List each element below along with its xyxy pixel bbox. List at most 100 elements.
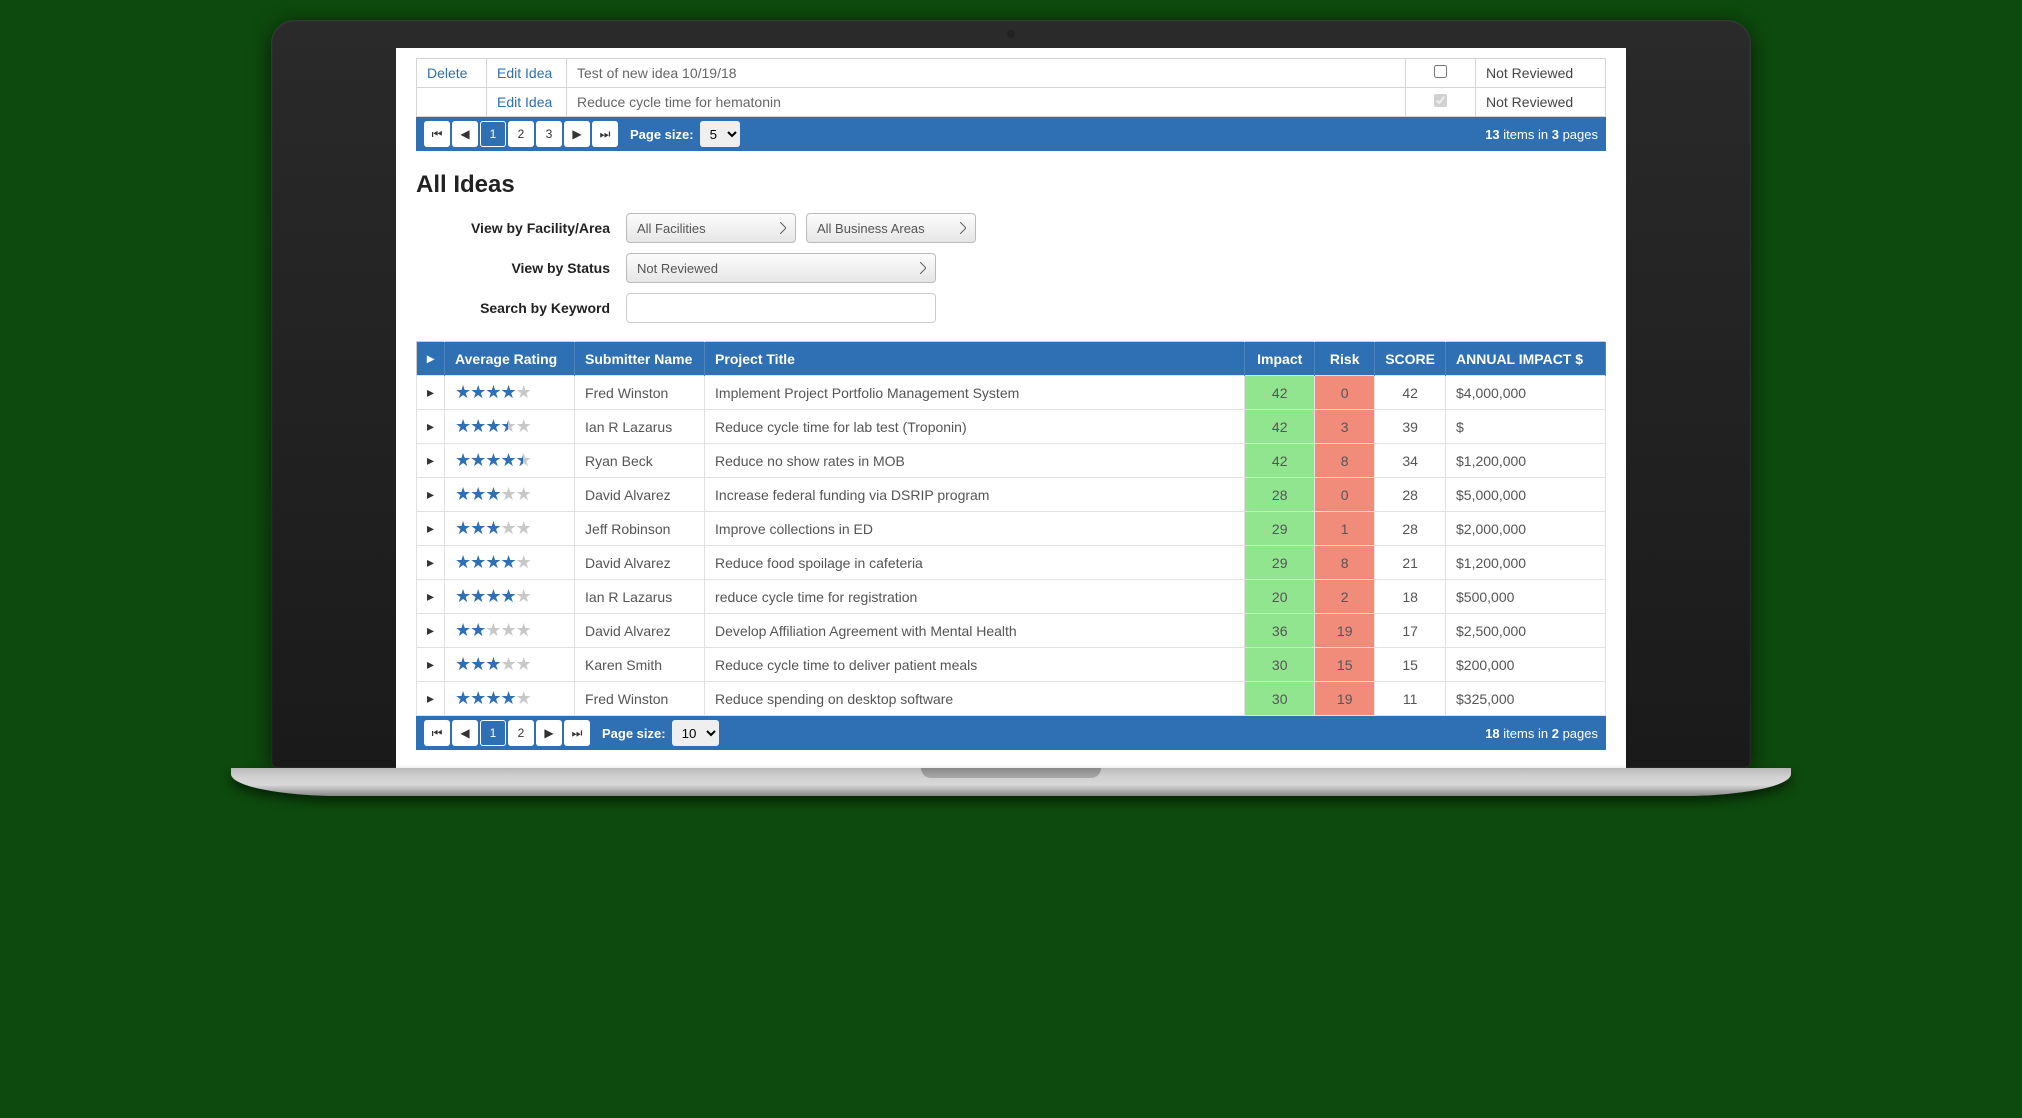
expand-row-button[interactable]: ▸ — [417, 512, 445, 546]
score-value: 28 — [1375, 512, 1446, 546]
project-title: Reduce no show rates in MOB — [705, 444, 1245, 478]
risk-value: 8 — [1315, 444, 1375, 478]
annual-impact: $ — [1446, 410, 1606, 444]
impact-value: 30 — [1245, 682, 1315, 716]
risk-value: 15 — [1315, 648, 1375, 682]
table-row: ▸★★★★★Jeff RobinsonImprove collections i… — [417, 512, 1606, 546]
annual-impact: $200,000 — [1446, 648, 1606, 682]
expand-row-button[interactable]: ▸ — [417, 614, 445, 648]
pager-page-button[interactable]: 3 — [536, 121, 562, 147]
project-title: Reduce cycle time to deliver patient mea… — [705, 648, 1245, 682]
risk-value: 0 — [1315, 376, 1375, 410]
impact-value: 42 — [1245, 410, 1315, 444]
expand-row-button[interactable]: ▸ — [417, 376, 445, 410]
submitter-name: David Alvarez — [575, 614, 705, 648]
pager-page-button[interactable]: 2 — [508, 121, 534, 147]
expand-row-button[interactable]: ▸ — [417, 478, 445, 512]
pager-page-button[interactable]: 1 — [480, 720, 506, 746]
project-title: Reduce spending on desktop software — [705, 682, 1245, 716]
rating-stars: ★★★★★ — [455, 385, 531, 401]
page-size-select[interactable]: 5 — [700, 121, 740, 147]
table-row: ▸★★★★★Ryan BeckReduce no show rates in M… — [417, 444, 1606, 478]
expand-row-button[interactable]: ▸ — [417, 580, 445, 614]
pager-next-button[interactable]: ▶ — [564, 121, 590, 147]
score-value: 18 — [1375, 580, 1446, 614]
table-row: ▸★★★★★David AlvarezIncrease federal fund… — [417, 478, 1606, 512]
impact-value: 42 — [1245, 444, 1315, 478]
search-input[interactable] — [626, 293, 936, 323]
col-rating[interactable]: Average Rating — [445, 342, 575, 376]
pager-last-button[interactable]: ⏭ — [564, 720, 590, 746]
business-area-select[interactable]: All Business Areas — [806, 213, 976, 243]
submitter-name: Fred Winston — [575, 682, 705, 716]
score-value: 42 — [1375, 376, 1446, 410]
facility-select[interactable]: All Facilities — [626, 213, 796, 243]
table-row: Edit IdeaReduce cycle time for hematonin… — [417, 88, 1606, 117]
pager-first-button[interactable]: ⏮ — [424, 121, 450, 147]
submitter-name: Ryan Beck — [575, 444, 705, 478]
submitter-name: Ian R Lazarus — [575, 580, 705, 614]
expand-row-button[interactable]: ▸ — [417, 682, 445, 716]
page-size-select[interactable]: 10 — [672, 720, 719, 746]
idea-checkbox[interactable] — [1434, 65, 1447, 78]
rating-stars: ★★★★★ — [455, 657, 531, 673]
table-row: Delete Edit Idea Test of new idea 10/19/18… — [417, 59, 1606, 88]
pager-page-button[interactable]: 2 — [508, 720, 534, 746]
idea-status: Not Reviewed — [1476, 88, 1606, 117]
annual-impact: $5,000,000 — [1446, 478, 1606, 512]
idea-title: Test of new idea 10/19/18 — [567, 59, 1406, 88]
edit-idea-link[interactable]: Edit Idea — [497, 65, 552, 81]
col-annual[interactable]: ANNUAL IMPACT $ — [1446, 342, 1606, 376]
status-label: View by Status — [426, 260, 626, 276]
col-score[interactable]: SCORE — [1375, 342, 1446, 376]
edit-idea-link[interactable]: Edit Idea — [497, 94, 552, 110]
pager-last-button[interactable]: ⏭ — [592, 121, 618, 147]
project-title: Develop Affiliation Agreement with Menta… — [705, 614, 1245, 648]
facility-label: View by Facility/Area — [426, 220, 626, 236]
col-impact[interactable]: Impact — [1245, 342, 1315, 376]
pager-page-button[interactable]: 1 — [480, 121, 506, 147]
rating-stars: ★★★★★ — [455, 623, 531, 639]
expand-row-button[interactable]: ▸ — [417, 410, 445, 444]
expand-row-button[interactable]: ▸ — [417, 648, 445, 682]
risk-value: 1 — [1315, 512, 1375, 546]
annual-impact: $500,000 — [1446, 580, 1606, 614]
submitter-name: Jeff Robinson — [575, 512, 705, 546]
expand-row-button[interactable]: ▸ — [417, 546, 445, 580]
pager-prev-button[interactable]: ◀ — [452, 720, 478, 746]
expand-row-button[interactable]: ▸ — [417, 444, 445, 478]
filters-form: View by Facility/Area All Facilities All… — [426, 213, 1606, 323]
idea-status: Not Reviewed — [1476, 59, 1606, 88]
annual-impact: $1,200,000 — [1446, 546, 1606, 580]
score-value: 11 — [1375, 682, 1446, 716]
pager-first-button[interactable]: ⏮ — [424, 720, 450, 746]
annual-impact: $2,000,000 — [1446, 512, 1606, 546]
annual-impact: $1,200,000 — [1446, 444, 1606, 478]
project-title: Implement Project Portfolio Management S… — [705, 376, 1245, 410]
impact-value: 30 — [1245, 648, 1315, 682]
col-submitter[interactable]: Submitter Name — [575, 342, 705, 376]
table-row: ▸ ★★★★★ Karen SmithReduce cycle time to de… — [417, 648, 1606, 682]
expand-header[interactable]: ▸ — [417, 342, 445, 376]
score-value: 15 — [1375, 648, 1446, 682]
rating-stars: ★★★★★ — [455, 589, 531, 605]
page-size-label: Page size: — [602, 726, 666, 741]
submitter-name: Karen Smith — [575, 648, 705, 682]
delete-link[interactable]: Delete — [427, 65, 467, 81]
project-title: Increase federal funding via DSRIP progr… — [705, 478, 1245, 512]
page-size-label: Page size: — [630, 127, 694, 142]
impact-value: 20 — [1245, 580, 1315, 614]
pager-prev-button[interactable]: ◀ — [452, 121, 478, 147]
score-value: 17 — [1375, 614, 1446, 648]
project-title: Reduce cycle time for lab test (Troponin… — [705, 410, 1245, 444]
search-label: Search by Keyword — [426, 300, 626, 316]
col-risk[interactable]: Risk — [1315, 342, 1375, 376]
impact-value: 29 — [1245, 512, 1315, 546]
impact-value: 28 — [1245, 478, 1315, 512]
annual-impact: $4,000,000 — [1446, 376, 1606, 410]
status-select[interactable]: Not Reviewed — [626, 253, 936, 283]
pager-next-button[interactable]: ▶ — [536, 720, 562, 746]
col-project[interactable]: Project Title — [705, 342, 1245, 376]
submitter-name: Fred Winston — [575, 376, 705, 410]
table-row: ▸★★★★★Ian R Lazarusreduce cycle time for… — [417, 580, 1606, 614]
